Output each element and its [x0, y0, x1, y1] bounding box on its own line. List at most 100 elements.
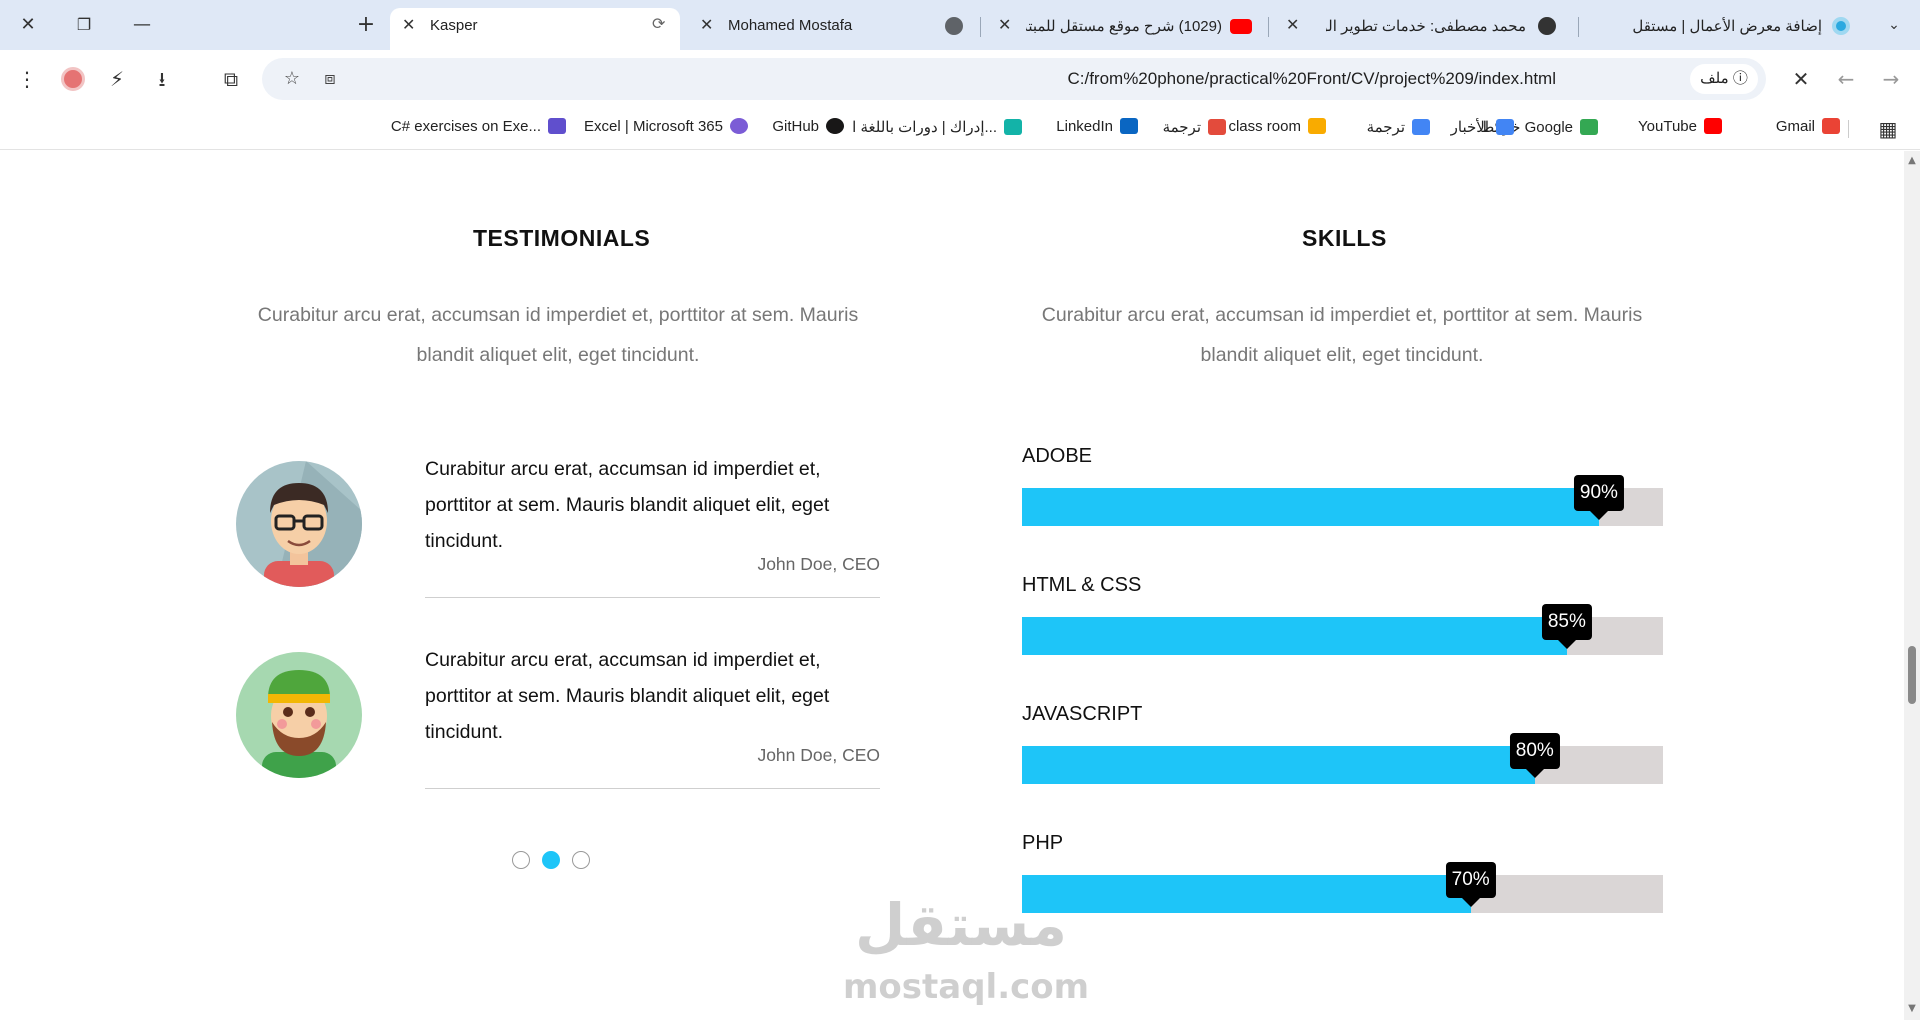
bearded-man-avatar [236, 652, 362, 778]
bookmark-separator [1848, 120, 1849, 138]
skill-percent-badge: 70% [1445, 862, 1496, 907]
restore-window-icon[interactable]: ❐ [66, 10, 102, 40]
exercism-icon [548, 118, 566, 134]
bookmark-translate-pdf[interactable]: ترجمة [1163, 118, 1226, 136]
testimonials-description: Curabitur arcu erat, accumsan id imperdi… [257, 304, 859, 366]
bookmark-classroom[interactable]: class room [1228, 118, 1326, 135]
back-arrow-icon[interactable]: ← [1831, 64, 1861, 94]
tab-separator [1268, 17, 1269, 37]
bookmark-linkedin[interactable]: LinkedIn [1056, 118, 1138, 135]
skill-percent-badge: 80% [1509, 733, 1560, 778]
skill-percent-badge: 90% [1573, 475, 1624, 520]
tab-label: Kasper [430, 17, 478, 34]
pagination-dot-3[interactable] [572, 851, 590, 869]
extensions-icon[interactable]: ⧉ [216, 64, 246, 94]
skill-progress-track: 70% [1022, 862, 1663, 913]
scrollbar-thumb[interactable] [1908, 646, 1916, 704]
tab-close-icon[interactable]: ✕ [1286, 15, 1299, 34]
url-text[interactable]: C:/from%20phone/practical%20Front/CV/pro… [1067, 69, 1556, 89]
man-glasses-avatar [236, 461, 362, 587]
testimonial-divider [425, 788, 880, 789]
skills-title: SKILLS [1302, 225, 1387, 251]
forward-arrow-icon[interactable]: → [1876, 64, 1906, 94]
address-bar[interactable]: ☆ ⧈ C:/from%20phone/practical%20Front/CV… [262, 58, 1766, 100]
bookmark-github[interactable]: GitHub [772, 118, 844, 135]
scroll-down-arrow-icon[interactable]: ▼ [1907, 1004, 1917, 1014]
youtube-icon [1230, 19, 1252, 34]
tab-close-icon[interactable]: ✕ [402, 15, 415, 34]
tab-youtube[interactable]: ✕ (1029) شرح موقع مستقل للمبتدئين [990, 8, 1265, 50]
translate-pdf-icon [1208, 119, 1226, 135]
youtube-icon [1704, 118, 1722, 134]
skill-progress-fill [1022, 617, 1567, 655]
edraak-icon [1004, 119, 1022, 135]
performance-icon[interactable]: ⚡ [102, 64, 132, 94]
tab-search-chevron-icon[interactable]: ⌄ [1876, 10, 1912, 40]
testimonial-text: Curabitur arcu erat, accumsan id imperdi… [425, 458, 830, 552]
skill-progress-track: 80% [1022, 733, 1663, 784]
skill-progress-fill [1022, 746, 1535, 784]
tab-kasper[interactable]: ✕ Kasper ⟳ [390, 8, 680, 50]
minimize-window-icon[interactable]: — [124, 10, 160, 40]
testimonial-author: John Doe, CEO [757, 554, 880, 574]
bookmark-label: Excel | Microsoft 365 [584, 118, 723, 135]
bookmark-youtube[interactable]: YouTube [1638, 118, 1722, 135]
bookmark-label: LinkedIn [1056, 118, 1113, 135]
skill-adobe: ADOBE 90% [1022, 445, 1663, 535]
watermark-arabic: مستقل [854, 891, 1068, 959]
loading-icon: ⟳ [652, 16, 666, 33]
skill-javascript: JAVASCRIPT 80% [1022, 703, 1663, 793]
gmail-icon [1822, 118, 1840, 134]
skill-name: HTML & CSS [1022, 574, 1142, 596]
mostaql-icon [1538, 17, 1556, 35]
bookmark-edraak[interactable]: إدراك | دورات باللغة ا... [852, 118, 1022, 136]
bookmark-translate[interactable]: ترجمة [1367, 118, 1430, 136]
tab-mostaql-services[interactable]: ✕ محمد مصطفى: خدمات تطوير الويب [1278, 8, 1573, 50]
close-icon[interactable]: ✕ [1786, 64, 1816, 94]
skill-percent-badge: 85% [1541, 604, 1592, 649]
pagination-dot-1[interactable] [512, 851, 530, 869]
menu-kebab-icon[interactable]: ⋮ [12, 64, 42, 94]
tab-label: (1029) شرح موقع مستقل للمبتدئين [1026, 18, 1222, 35]
bookmark-excel[interactable]: Excel | Microsoft 365 [584, 118, 748, 135]
apps-grid-icon[interactable]: ▦ [1873, 114, 1903, 144]
translate-icon [1412, 119, 1430, 135]
bookmark-label: Gmail [1775, 118, 1815, 135]
github-icon [826, 118, 844, 134]
bookmark-gmail[interactable]: Gmail [1776, 118, 1840, 135]
testimonial-item: Curabitur arcu erat, accumsan id imperdi… [236, 642, 880, 792]
tab-label: Mohamed Mostafa [728, 17, 853, 34]
download-icon[interactable]: ⭳ [147, 64, 177, 94]
bookmark-label: class room [1228, 118, 1301, 135]
new-tab-icon[interactable]: + [348, 10, 384, 40]
tab-close-icon[interactable]: ✕ [998, 15, 1011, 34]
bookmark-exercism[interactable]: C# exercises on Exe... [391, 118, 566, 135]
bookmark-news[interactable]: الأخبار [1451, 118, 1514, 136]
skill-php: PHP 70% [1022, 832, 1663, 922]
profile-avatar-icon[interactable] [58, 64, 88, 94]
skill-name: JAVASCRIPT [1022, 703, 1143, 725]
bookmark-label: ترجمة [1366, 119, 1405, 136]
scroll-up-arrow-icon[interactable]: ▲ [1907, 156, 1917, 166]
bookmark-star-icon[interactable]: ☆ [280, 67, 304, 91]
classroom-icon [1308, 118, 1326, 134]
skill-progress-track: 85% [1022, 604, 1663, 655]
browser-toolbar: ⋮ ⚡ ⭳ ⧉ ☆ ⧈ C:/from%20phone/practical%20… [0, 50, 1920, 108]
tab-separator [980, 17, 981, 37]
tab-strip: ✕ ❐ — + ✕ Kasper ⟳ ✕ Mohamed Mostafa ✕ (… [0, 0, 1920, 50]
testimonial-item: Curabitur arcu erat, accumsan id imperdi… [236, 451, 880, 601]
tab-mostaql-portfolio[interactable]: إضافة معرض الأعمال | مستقل [1588, 8, 1868, 50]
maps-icon [1580, 119, 1598, 135]
close-window-icon[interactable]: ✕ [10, 10, 46, 40]
tab-label: إضافة معرض الأعمال | مستقل [1632, 18, 1822, 35]
watermark-latin: mostaql.com [843, 967, 1090, 1007]
skill-progress-track: 90% [1022, 475, 1663, 526]
tab-close-icon[interactable]: ✕ [700, 15, 713, 34]
site-info-chip[interactable]: ملف ⓘ [1690, 64, 1758, 94]
pagination-dot-2[interactable] [542, 851, 560, 869]
tab-label: محمد مصطفى: خدمات تطوير الويب [1326, 18, 1526, 35]
page-scrollbar[interactable]: ▲ ▼ [1904, 151, 1920, 1020]
skills-description: Curabitur arcu erat, accumsan id imperdi… [1041, 304, 1643, 366]
tab-mohamed-mostafa[interactable]: ✕ Mohamed Mostafa [690, 8, 975, 50]
translate-page-icon[interactable]: ⧈ [318, 67, 342, 91]
